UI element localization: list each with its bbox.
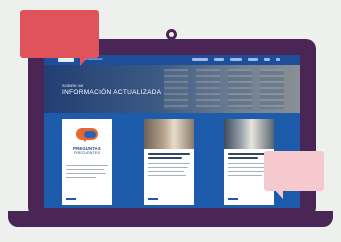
card-text xyxy=(228,167,268,169)
news-card[interactable] xyxy=(144,119,194,205)
search-icon[interactable] xyxy=(276,58,280,61)
chat-bubble-icon xyxy=(84,131,96,138)
hero-shelf-image xyxy=(164,69,188,109)
faq-subtitle: FRECUENTES xyxy=(73,151,101,155)
card-text xyxy=(66,169,104,171)
card-text xyxy=(66,173,106,175)
nav-item[interactable] xyxy=(214,58,224,61)
card-text xyxy=(148,163,190,165)
card-text xyxy=(148,175,186,177)
cards-section: PREGUNTAS FRECUENTES xyxy=(44,113,300,208)
nav-item[interactable] xyxy=(230,58,242,61)
hero-shelf-image xyxy=(196,69,220,109)
card-title xyxy=(148,153,190,155)
site-logo[interactable] xyxy=(58,58,74,62)
hero-title: INFORMACIÓN ACTUALIZADA xyxy=(62,89,162,96)
speech-bubble-icon xyxy=(264,151,324,199)
faq-card[interactable]: PREGUNTAS FRECUENTES xyxy=(62,119,112,205)
card-text xyxy=(66,177,96,179)
card-text xyxy=(228,175,262,177)
hero-shelf-image xyxy=(228,69,252,109)
card-image xyxy=(144,119,194,149)
hero-shelf-image xyxy=(260,69,284,109)
card-title xyxy=(228,157,258,159)
card-title xyxy=(148,157,182,159)
card-link-button[interactable] xyxy=(148,198,158,200)
card-image xyxy=(224,119,274,149)
card-text xyxy=(66,165,108,167)
card-text xyxy=(228,171,266,173)
hero-banner: SOBRE MI INFORMACIÓN ACTUALIZADA xyxy=(44,65,300,113)
card-link-button[interactable] xyxy=(66,198,76,200)
card-text xyxy=(148,167,188,169)
hero-kicker: SOBRE MI xyxy=(62,83,84,88)
webcam-icon xyxy=(166,29,177,40)
speech-bubble-icon xyxy=(20,10,99,66)
nav-item[interactable] xyxy=(264,58,270,61)
card-text xyxy=(148,171,184,173)
laptop-screen: UNIVERSIDAD SOBRE MI INFORMACIÓN ACTUALI… xyxy=(44,55,300,208)
card-link-button[interactable] xyxy=(228,198,238,200)
nav-item[interactable] xyxy=(248,58,258,61)
nav-item[interactable] xyxy=(192,58,208,61)
